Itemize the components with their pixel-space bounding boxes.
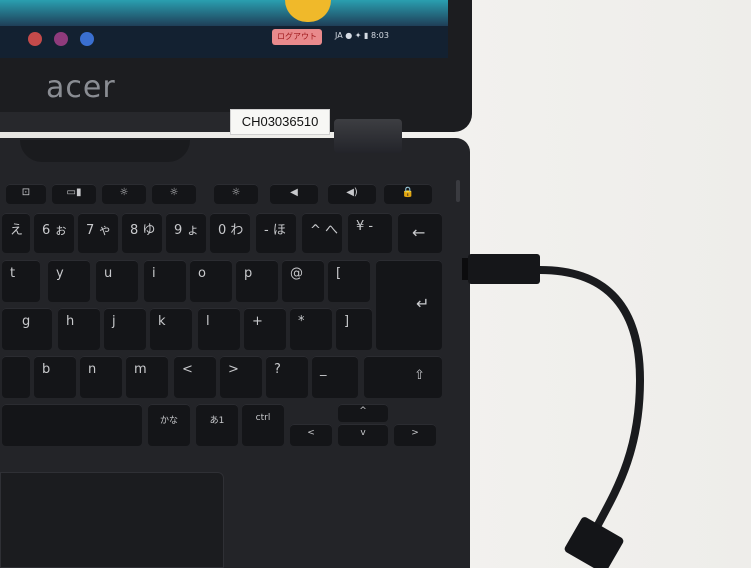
usb-plug — [468, 254, 540, 284]
photo-scene: ログアウト JA ● ✦ ▮ 8:03 acer CH03036510 ⊡ ▭▮… — [0, 0, 751, 568]
usb-cable — [536, 266, 645, 568]
